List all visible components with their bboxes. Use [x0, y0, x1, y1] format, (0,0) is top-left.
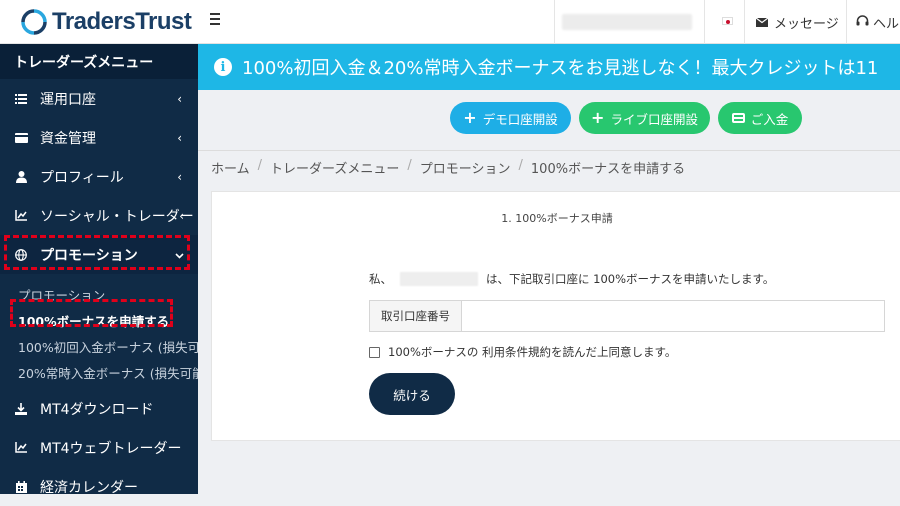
- divider: [704, 0, 705, 44]
- chart-icon: [14, 441, 28, 455]
- terms-label: 100%ボーナスの 利用条件規約を読んだ上同意します。: [388, 345, 677, 359]
- button-label: デモ口座開設: [482, 111, 558, 127]
- logo-text: TradersTrust: [52, 7, 192, 35]
- open-live-account-button[interactable]: + ライブ口座開設: [579, 102, 710, 134]
- topbar: メッセージ ヘル: [198, 0, 900, 44]
- banner-text: 100%初回入金＆20%常時入金ボーナスをお見逃しなく！最大クレジットは11: [242, 58, 879, 79]
- step-title: 1. 100%ボーナス申請: [501, 212, 613, 225]
- declaration-prefix: 私、: [369, 272, 392, 286]
- sidebar-item-label: ソーシャル・トレーダー: [40, 208, 194, 225]
- chevron-left-icon: ‹: [177, 91, 182, 106]
- logo[interactable]: TradersTrust: [0, 0, 198, 44]
- chart-icon: [14, 209, 28, 223]
- sidebar-item-accounts[interactable]: 運用口座 ‹: [0, 79, 198, 118]
- submenu-recurring-deposit-bonus[interactable]: 20%常時入金ボーナス (損失可能): [0, 359, 198, 385]
- plus-icon: +: [591, 108, 605, 127]
- sidebar-item-mt4-download[interactable]: MT4ダウンロード: [0, 389, 198, 428]
- bonus-application-panel: 1. 100%ボーナス申請 私、 は、下記取引口座に 100%ボーナスを申請いた…: [211, 191, 900, 441]
- open-demo-account-button[interactable]: + デモ口座開設: [450, 102, 571, 134]
- messages-label: メッセージ: [774, 17, 839, 32]
- help-label: ヘル: [873, 17, 900, 32]
- breadcrumb-separator: /: [407, 158, 412, 173]
- help-link[interactable]: ヘル: [856, 13, 899, 32]
- japan-flag-icon[interactable]: [722, 17, 733, 25]
- user-name-redacted: [400, 272, 478, 286]
- breadcrumb-traders-menu[interactable]: トレーダーズメニュー: [270, 158, 399, 177]
- deposit-button[interactable]: ご入金: [718, 102, 802, 134]
- sidebar-item-label: プロフィール: [40, 169, 124, 186]
- account-number-input[interactable]: [462, 301, 884, 331]
- breadcrumb-promotion[interactable]: プロモーション: [420, 158, 511, 177]
- terms-checkbox[interactable]: [369, 346, 380, 358]
- button-label: ライブ口座開設: [610, 111, 698, 127]
- list-icon: [14, 92, 28, 106]
- sidebar-item-economic-calendar[interactable]: 経済カレンダー: [0, 467, 198, 506]
- breadcrumb-current: 100%ボーナスを申請する: [530, 162, 686, 177]
- download-icon: [14, 402, 28, 416]
- declaration-suffix: は、下記取引口座に 100%ボーナスを申請いたします。: [486, 272, 775, 286]
- sidebar-item-mt4-webtrader[interactable]: MT4ウェブトレーダー: [0, 428, 198, 467]
- chevron-left-icon: ‹: [179, 208, 184, 223]
- sidebar-item-funds[interactable]: 資金管理 ‹: [0, 118, 198, 157]
- sidebar-header: トレーダーズメニュー: [0, 44, 198, 79]
- card-icon: [14, 131, 28, 145]
- declaration: 私、 は、下記取引口座に 100%ボーナスを申請いたします。: [369, 271, 774, 287]
- breadcrumb-home[interactable]: ホーム: [211, 158, 250, 177]
- breadcrumb: ホーム / トレーダーズメニュー / プロモーション / 100%ボーナスを申請…: [211, 158, 685, 177]
- promo-banner: i 100%初回入金＆20%常時入金ボーナスをお見逃しなく！最大クレジットは11: [198, 44, 900, 90]
- info-icon: i: [214, 58, 232, 76]
- submenu-first-deposit-bonus[interactable]: 100%初回入金ボーナス (損失可能: [0, 333, 198, 359]
- sidebar-item-label: MT4ウェブトレーダー: [40, 440, 182, 457]
- continue-button[interactable]: 続ける: [369, 373, 455, 415]
- account-number-group: 取引口座番号: [369, 300, 885, 332]
- user-icon: [14, 170, 28, 184]
- hamburger-icon[interactable]: [210, 13, 220, 28]
- divider: [198, 150, 900, 151]
- headset-icon: [856, 14, 869, 31]
- breadcrumb-separator: /: [518, 158, 523, 173]
- divider: [744, 0, 745, 44]
- divider: [846, 0, 847, 44]
- action-buttons: + デモ口座開設 + ライブ口座開設 ご入金: [198, 90, 900, 150]
- button-label: ご入金: [750, 111, 789, 127]
- divider: [554, 0, 555, 44]
- account-number-label: 取引口座番号: [370, 301, 462, 331]
- sidebar-item-label: 資金管理: [40, 130, 96, 147]
- calendar-icon: [14, 480, 28, 494]
- sidebar-item-label: 運用口座: [40, 91, 96, 108]
- highlight-promotion: [4, 235, 190, 270]
- card-icon: [731, 113, 745, 123]
- breadcrumb-separator: /: [257, 158, 263, 173]
- highlight-apply-bonus: [10, 299, 173, 327]
- sidebar-item-label: MT4ダウンロード: [40, 401, 154, 418]
- user-name-redacted: [562, 14, 692, 30]
- chevron-left-icon: ‹: [177, 130, 182, 145]
- chevron-left-icon: ‹: [177, 169, 182, 184]
- envelope-icon: [756, 18, 768, 27]
- messages-link[interactable]: メッセージ: [756, 13, 839, 32]
- traderstrust-logo-icon: [20, 8, 48, 36]
- sidebar: TradersTrust トレーダーズメニュー 運用口座 ‹ 資金管理 ‹ プロ…: [0, 0, 198, 496]
- sidebar-item-profile[interactable]: プロフィール ‹: [0, 157, 198, 196]
- sidebar-item-social-trader[interactable]: ソーシャル・トレーダー ‹: [0, 196, 198, 235]
- terms-agreement[interactable]: 100%ボーナスの 利用条件規約を読んだ上同意します。: [369, 344, 676, 360]
- plus-icon: +: [463, 108, 477, 127]
